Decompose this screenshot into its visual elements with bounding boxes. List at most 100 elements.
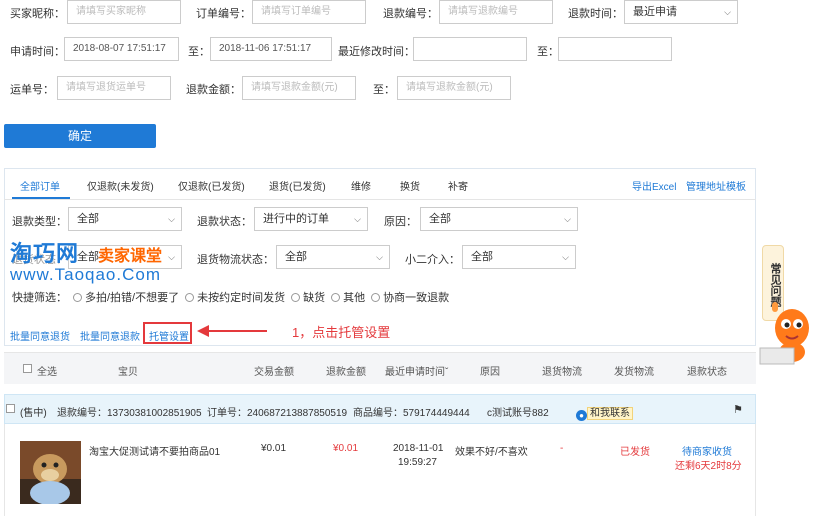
last-modified-label: 最近修改时间： (338, 46, 415, 58)
product-thumbnail[interactable] (20, 441, 81, 504)
contact-me-button[interactable]: ● 和我联系 (576, 404, 633, 421)
order-no-input[interactable]: 请填写订单编号 (252, 0, 366, 24)
countdown-text: 还剩6天2时8分 (675, 461, 742, 472)
refund-reason: 效果不好/不喜欢 (455, 447, 528, 458)
xiaoer-label: 小二介入： (405, 254, 460, 266)
product-title[interactable]: 淘宝大促测试请不要拍商品01 (89, 443, 220, 458)
order-status-tag: (售中) (20, 408, 47, 419)
refund-amount-sep: 至： (373, 84, 395, 96)
refund-no-label: 退款编号： (383, 8, 438, 20)
buyer-nick-input[interactable]: 请填写买家昵称 (67, 0, 181, 24)
tab-refund-shipped[interactable]: 仅退款(已发货) (178, 178, 245, 193)
quick-filter: 快捷筛选： 多拍/拍错/不想要了 未按约定时间发货 缺货 其他 协商一致退款 (12, 289, 449, 305)
waybill-input[interactable]: 请填写退货运单号 (57, 76, 171, 100)
radio-icon[interactable] (371, 293, 381, 302)
radio-icon[interactable] (291, 293, 301, 302)
quick-filter-option[interactable]: 协商一致退款 (383, 292, 449, 304)
apply-time-label: 申请时间： (10, 46, 65, 58)
annotation-text: 1，点击托管设置 (292, 325, 391, 340)
header-trade-amount: 交易金额 (254, 367, 294, 378)
buyer-nick-label: 买家昵称： (10, 8, 65, 20)
batch-agree-refund-link[interactable]: 批量同意退款 (80, 328, 140, 343)
refund-status-value: 进行中的订单 (263, 213, 329, 225)
return-logistics-select[interactable]: 全部 ⌵ (276, 245, 390, 269)
refund-amount-from[interactable]: 请填写退款金额(元) (242, 76, 356, 100)
trade-amount: ¥0.01 (261, 443, 287, 454)
xiaoer-select[interactable]: 全部 ⌵ (462, 245, 576, 269)
apply-time-from[interactable]: 2018-08-07 17:51:17 (64, 37, 179, 61)
batch-agree-return-link[interactable]: 批量同意退货 (10, 328, 70, 343)
order-refund-no: 退款编号：13730381002851905 (57, 408, 202, 419)
refund-type-value: 全部 (77, 213, 99, 225)
chevron-down-icon: ⌵ (376, 252, 383, 262)
apply-date: 2018-11-01 (393, 443, 444, 454)
refund-type-select[interactable]: 全部 ⌵ (68, 207, 182, 231)
apply-time-to[interactable]: 2018-11-06 17:51:17 (210, 37, 332, 61)
header-refund-amount: 退款金额 (326, 367, 366, 378)
return-logistics-value: 全部 (285, 251, 307, 263)
order-checkbox[interactable] (6, 404, 15, 413)
tab-all-orders[interactable]: 全部订单 (20, 178, 60, 193)
ship-logistics-value: 已发货 (620, 447, 650, 458)
refund-status-label: 退款状态： (197, 216, 252, 228)
export-excel-link[interactable]: 导出Excel (632, 178, 676, 193)
chat-icon: ● (576, 410, 587, 421)
select-all-checkbox[interactable] (23, 364, 32, 373)
flag-icon[interactable]: ⚑ (733, 403, 743, 416)
quick-filter-option[interactable]: 未按约定时间发货 (197, 292, 285, 304)
refund-status-link[interactable]: 待商家收货 (682, 443, 732, 458)
quick-filter-option[interactable]: 其他 (343, 292, 365, 304)
radio-icon[interactable] (185, 293, 195, 302)
chevron-down-icon: ⌵ (168, 214, 175, 224)
order-account[interactable]: c测试账号882 (487, 404, 549, 419)
chevron-down-icon: ⌵ (562, 252, 569, 262)
tab-exchange[interactable]: 换货 (400, 178, 420, 193)
chevron-down-icon: ⌵ (564, 214, 571, 224)
custody-settings-link[interactable]: 托管设置 (149, 328, 189, 343)
header-ship-logistics: 发货物流 (614, 367, 654, 378)
header-refund-status: 退款状态 (687, 367, 727, 378)
tab-resend[interactable]: 补寄 (448, 178, 468, 193)
confirm-button[interactable]: 确定 (4, 124, 156, 148)
chevron-down-icon: ⌵ (168, 252, 175, 262)
watermark-brand: 淘巧网 (10, 241, 80, 266)
tabs-divider (4, 199, 756, 200)
refund-time-label: 退款时间： (568, 8, 623, 20)
reason-value: 全部 (429, 213, 451, 225)
chevron-down-icon: ⌵ (724, 7, 731, 17)
quick-filter-option[interactable]: 缺货 (303, 292, 325, 304)
contact-me-label: 和我联系 (587, 407, 633, 420)
row2-first-value: 全部 (77, 251, 99, 263)
table-row (4, 424, 756, 516)
tab-refund-unshipped[interactable]: 仅退款(未发货) (87, 178, 154, 193)
radio-icon[interactable] (331, 293, 341, 302)
header-return-logistics: 退货物流 (542, 367, 582, 378)
order-item-no: 商品编号：579174449444 (353, 408, 470, 419)
radio-icon[interactable] (73, 293, 82, 302)
tab-return-shipped[interactable]: 退货(已发货) (269, 178, 326, 193)
quick-filter-option[interactable]: 多拍/拍错/不想要了 (85, 292, 179, 304)
header-reason: 原因 (480, 367, 500, 378)
header-latest-apply[interactable]: 最近申请时间ˇ (385, 363, 448, 378)
last-modified-from[interactable] (413, 37, 527, 61)
last-modified-to[interactable] (558, 37, 672, 61)
refund-amount: ¥0.01 (333, 443, 359, 454)
refund-amount-to[interactable]: 请填写退款金额(元) (397, 76, 511, 100)
red-arrow-icon (197, 325, 267, 337)
refund-type-label: 退款类型： (12, 216, 67, 228)
refund-amount-label: 退款金额： (186, 84, 241, 96)
refund-status-select[interactable]: 进行中的订单 ⌵ (254, 207, 368, 231)
header-latest-apply-label: 最近申请时间 (385, 367, 445, 378)
chevron-down-icon: ⌵ (354, 214, 361, 224)
address-template-link[interactable]: 管理地址模板 (686, 178, 746, 193)
watermark-url: www.Taoqao.Com (10, 265, 162, 284)
apply-time-sep: 至： (188, 46, 210, 58)
mascot-icon (759, 302, 809, 365)
header-select-all[interactable]: 全选 (37, 363, 57, 378)
refund-no-input[interactable]: 请填写退款编号 (439, 0, 553, 24)
return-logistics-value-cell: - (560, 443, 564, 454)
refund-time-select[interactable]: 最近申请 ⌵ (624, 0, 738, 24)
tab-repair[interactable]: 维修 (351, 178, 371, 193)
reason-select[interactable]: 全部 ⌵ (420, 207, 578, 231)
xiaoer-value: 全部 (471, 251, 493, 263)
